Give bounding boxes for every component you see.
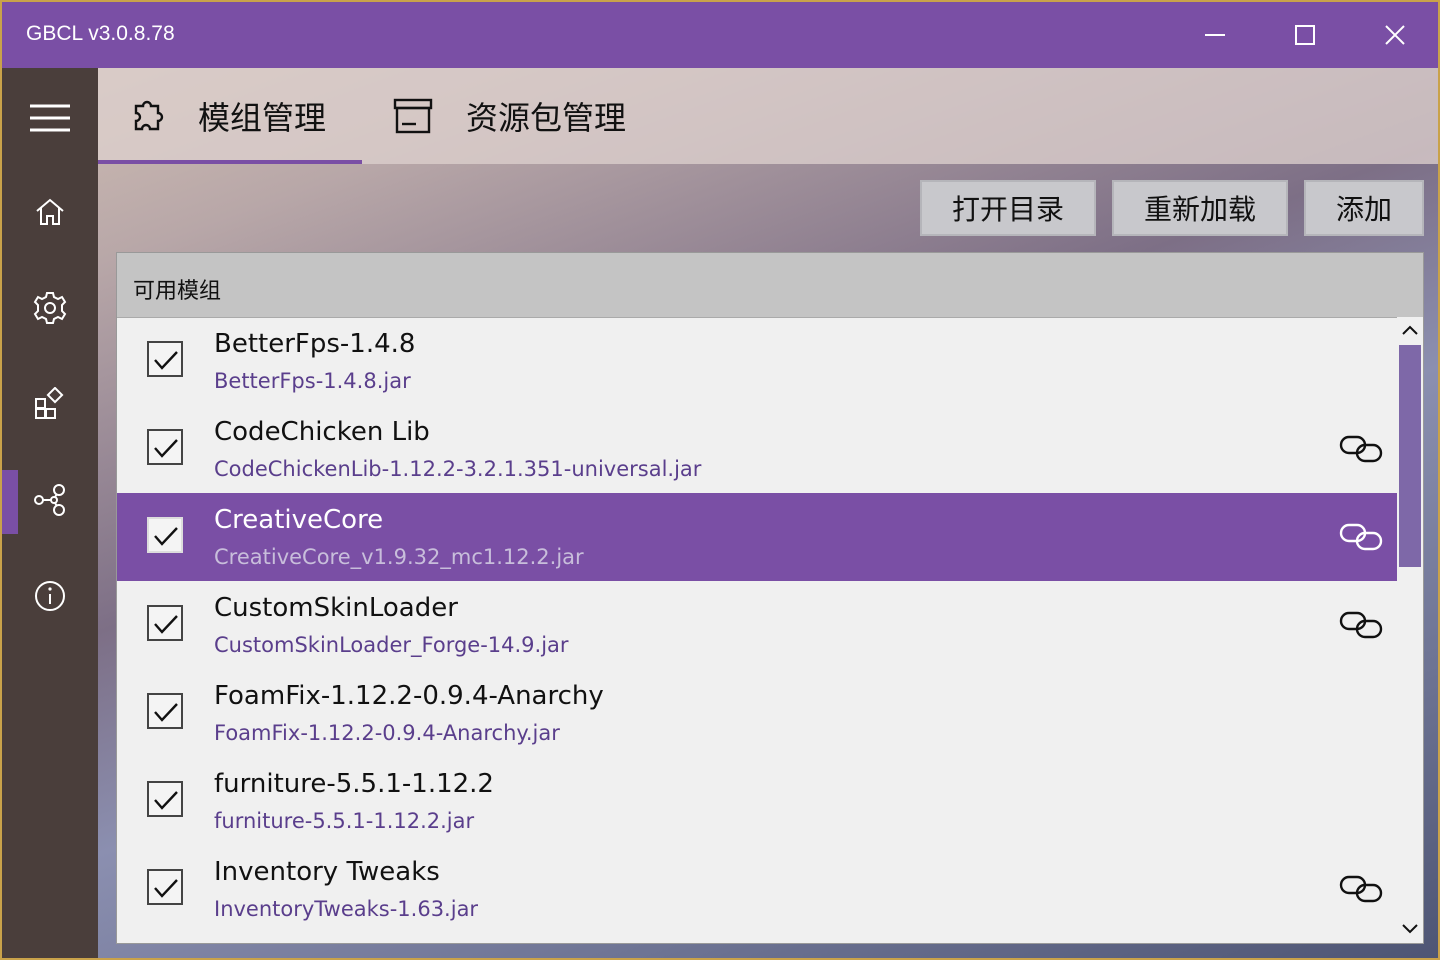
mods-panel: 可用模组 BetterFps-1.4.8 BetterFps-1.4.8.jar C… <box>116 252 1424 944</box>
panel-title: 可用模组 <box>133 279 222 304</box>
gear-icon <box>33 292 67 324</box>
add-button[interactable]: 添加 <box>1304 180 1424 236</box>
scroll-up-arrow-icon[interactable] <box>1397 319 1423 343</box>
mod-enabled-checkbox[interactable] <box>147 693 183 729</box>
panel-header: 可用模组 <box>117 253 1423 318</box>
checkmark-icon <box>154 615 178 634</box>
mod-name: furniture-5.5.1-1.12.2 <box>214 769 494 799</box>
mod-name: Inventory Tweaks <box>214 857 440 887</box>
sidebar <box>2 68 98 958</box>
mod-enabled-checkbox[interactable] <box>147 341 183 377</box>
mod-filename: CustomSkinLoader_Forge-14.9.jar <box>214 633 569 657</box>
mods-icon <box>34 484 65 516</box>
checkmark-icon <box>154 527 178 546</box>
menu-icon <box>30 104 70 132</box>
tab-bar: 模组管理 资源包管理 <box>98 68 1438 164</box>
maximize-icon <box>1295 25 1315 45</box>
archive-box-icon <box>393 98 433 134</box>
mod-list-item[interactable]: CodeChicken Lib CodeChickenLib-1.12.2-3.2… <box>117 405 1397 493</box>
mod-list-item[interactable]: CreativeCore CreativeCore_v1.9.32_mc1.12.… <box>117 493 1397 581</box>
mod-enabled-checkbox[interactable] <box>147 781 183 817</box>
minimize-button[interactable] <box>1170 2 1260 68</box>
checkmark-icon <box>154 791 178 810</box>
sidebar-item-settings[interactable] <box>2 276 98 340</box>
mod-list-item[interactable]: furniture-5.5.1-1.12.2 furniture-5.5.1-1.… <box>117 757 1397 845</box>
window-title: GBCL v3.0.8.78 <box>26 22 175 45</box>
mod-enabled-checkbox[interactable] <box>147 605 183 641</box>
mod-filename: furniture-5.5.1-1.12.2.jar <box>214 809 475 833</box>
mod-list-item[interactable]: FoamFix-1.12.2-0.9.4-Anarchy FoamFix-1.12… <box>117 669 1397 757</box>
sidebar-item-apps[interactable] <box>2 372 98 436</box>
scrollbar-thumb[interactable] <box>1399 345 1421 567</box>
app-window: GBCL v3.0.8.78 模组管理 资源包管理 打开目录 重新加载 添加 可… <box>0 0 1440 960</box>
mod-filename: FoamFix-1.12.2-0.9.4-Anarchy.jar <box>214 721 560 745</box>
checkmark-icon <box>154 351 178 370</box>
link-icon[interactable] <box>1339 519 1383 555</box>
checkmark-icon <box>154 439 178 458</box>
mod-name: BetterFps-1.4.8 <box>214 329 416 359</box>
mod-name: CustomSkinLoader <box>214 593 458 623</box>
mod-enabled-checkbox[interactable] <box>147 517 183 553</box>
mod-list[interactable]: BetterFps-1.4.8 BetterFps-1.4.8.jar CodeCh… <box>117 317 1397 943</box>
link-icon[interactable] <box>1339 871 1383 907</box>
mod-name: FoamFix-1.12.2-0.9.4-Anarchy <box>214 681 604 711</box>
scrollbar[interactable] <box>1397 317 1423 943</box>
tab-resourcepacks[interactable]: 资源包管理 <box>392 68 626 164</box>
menu-button[interactable] <box>2 86 98 150</box>
close-button[interactable] <box>1350 2 1438 68</box>
link-icon[interactable] <box>1339 431 1383 467</box>
scroll-down-arrow-icon[interactable] <box>1397 917 1423 941</box>
reload-button[interactable]: 重新加载 <box>1112 180 1288 236</box>
open-directory-button[interactable]: 打开目录 <box>920 180 1096 236</box>
close-icon <box>1385 25 1405 45</box>
checkmark-icon <box>154 703 178 722</box>
mod-name: CodeChicken Lib <box>214 417 430 447</box>
mod-name: CreativeCore <box>214 505 384 535</box>
mod-filename: CreativeCore_v1.9.32_mc1.12.2.jar <box>214 545 584 569</box>
mod-enabled-checkbox[interactable] <box>147 429 183 465</box>
info-icon <box>35 581 65 611</box>
tab-mods-label: 模组管理 <box>198 99 327 137</box>
home-icon <box>36 198 64 225</box>
mod-filename: InventoryTweaks-1.63.jar <box>214 897 479 921</box>
mod-list-item[interactable]: Inventory Tweaks InventoryTweaks-1.63.jar <box>117 845 1397 933</box>
mod-enabled-checkbox[interactable] <box>147 869 183 905</box>
mod-filename: BetterFps-1.4.8.jar <box>214 369 411 393</box>
apps-icon <box>35 387 64 419</box>
tab-mods[interactable]: 模组管理 <box>128 68 326 164</box>
active-tab-indicator <box>98 160 362 164</box>
mod-list-item[interactable]: BetterFps-1.4.8 BetterFps-1.4.8.jar <box>117 317 1397 405</box>
maximize-button[interactable] <box>1260 2 1350 68</box>
sidebar-item-home[interactable] <box>2 180 98 244</box>
checkmark-icon <box>154 879 178 898</box>
title-bar[interactable]: GBCL v3.0.8.78 <box>2 2 1438 68</box>
sidebar-item-mods[interactable] <box>2 468 98 532</box>
link-icon[interactable] <box>1339 607 1383 643</box>
sidebar-item-about[interactable] <box>2 564 98 628</box>
mod-filename: CodeChickenLib-1.12.2-3.2.1.351-universa… <box>214 457 702 481</box>
tab-resourcepacks-label: 资源包管理 <box>466 99 627 137</box>
puzzle-icon <box>134 100 164 131</box>
minimize-icon <box>1205 34 1225 36</box>
mod-list-item[interactable]: CustomSkinLoader CustomSkinLoader_Forge-1… <box>117 581 1397 669</box>
